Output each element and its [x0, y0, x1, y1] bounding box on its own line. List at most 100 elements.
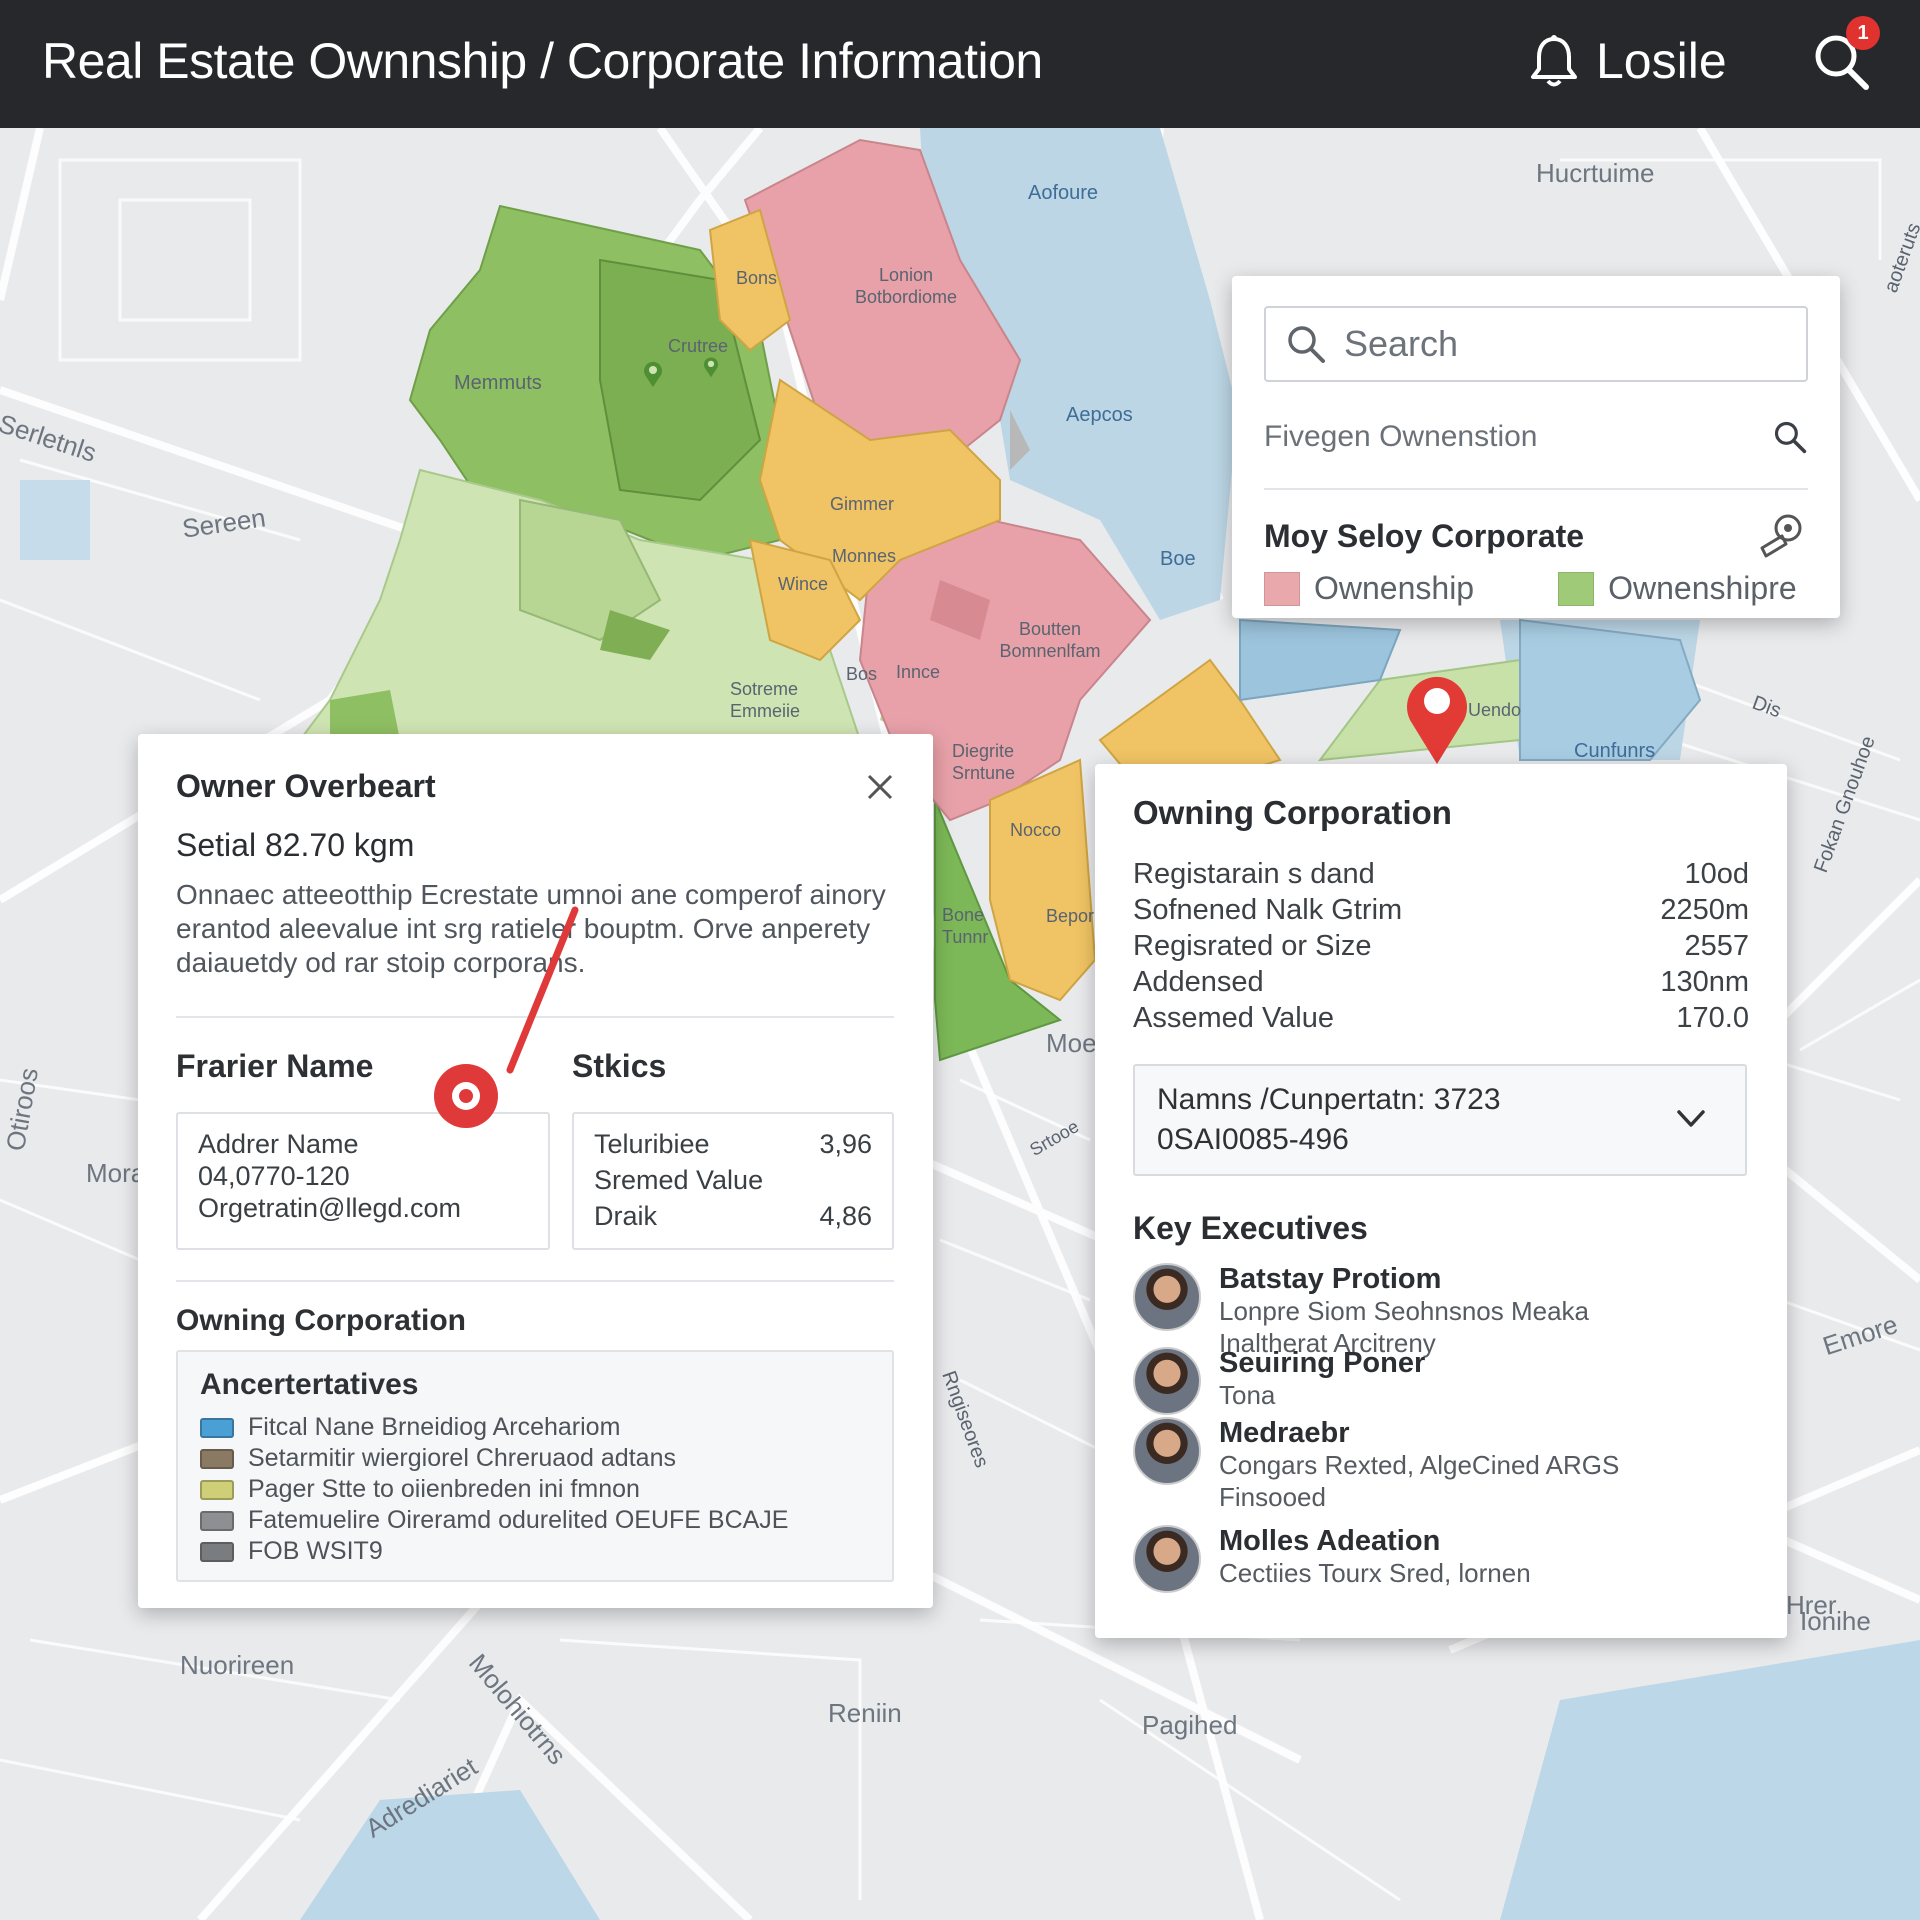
map-label: Innce	[896, 662, 941, 682]
legend-item[interactable]: Ownenship	[1264, 570, 1474, 607]
detail-value: 2557	[1684, 930, 1749, 962]
corporation-number: Namns /Cunpertatn: 3723	[1157, 1083, 1501, 1116]
map-label: Bepor	[1046, 906, 1095, 926]
executive-role: Congars Rexted, AlgeCined ARGS Finsooed	[1219, 1450, 1620, 1512]
executives-list: Batstay Protiom Lonpre Siom Seohnsnos Mea…	[1133, 1263, 1749, 1603]
detail-value: 130nm	[1660, 966, 1749, 998]
alternatives-box: Ancertertatives Fitcal Nane Brneidiog Ar…	[176, 1350, 894, 1582]
detail-label: Addensed	[1133, 966, 1264, 998]
avatar	[1133, 1347, 1201, 1415]
executive-role: Tona	[1219, 1380, 1276, 1410]
search-box[interactable]	[1264, 306, 1808, 382]
stat-value: 4,86	[819, 1201, 872, 1231]
legend-label: Ownenshipre	[1608, 570, 1797, 606]
legend-item[interactable]: Ownenshipre	[1558, 570, 1797, 607]
list-item[interactable]: FOB WSIT9	[200, 1536, 870, 1567]
document-icon	[200, 1448, 234, 1469]
map-label: Uendo	[1468, 700, 1522, 720]
list-item[interactable]: Setarmitir wiergiorel Chreruaod adtans	[200, 1443, 870, 1474]
list-item-label: FOB WSIT9	[248, 1537, 383, 1565]
list-item-label: Pager Stte to oiienbreden ini fmnon	[248, 1475, 640, 1503]
search-input[interactable]	[1344, 323, 1784, 365]
avatar	[1133, 1263, 1201, 1331]
top-bar: Real Estate Ownnship / Corporate Informa…	[0, 0, 1920, 128]
stat-label: Sremed Value	[594, 1165, 764, 1195]
avatar	[1133, 1417, 1201, 1485]
executive-item[interactable]: Medraebr Congars Rexted, AlgeCined ARGS F…	[1133, 1417, 1679, 1513]
username[interactable]: Losile	[1596, 32, 1727, 90]
map-label: Bons	[736, 268, 778, 288]
map-label: Boe	[1160, 548, 1196, 570]
executive-item[interactable]: Batstay Protiom Lonpre Siom Seohnsnos Mea…	[1133, 1263, 1639, 1359]
stat-label: Draik	[594, 1201, 658, 1231]
executive-item[interactable]: Seuiring Poner Tona	[1133, 1347, 1425, 1415]
map-pin-icon[interactable]	[702, 356, 720, 378]
legend-label: Ownenship	[1314, 570, 1475, 606]
filter-label: Fivegen Ownenstion	[1264, 420, 1538, 453]
map-label: Bos	[846, 664, 878, 684]
stat-value: 3,96	[819, 1129, 872, 1159]
search-icon	[1288, 326, 1325, 363]
page-title: Real Estate Ownnship / Corporate Informa…	[42, 33, 1043, 89]
user-menu[interactable]: Losile	[1528, 32, 1727, 90]
list-item[interactable]: Pager Stte to oiienbreden ini fmnon	[200, 1474, 870, 1505]
owning-corporation-panel: Owning Corporation Registarain s dand 10o…	[1095, 764, 1787, 1638]
panel-title: Owning Corporation	[1133, 794, 1452, 831]
owner-overview-panel: Owner Overbeart Setial 82.70 kgm Onnaec …	[138, 734, 933, 1608]
map-label: Ionihe	[1800, 1606, 1871, 1636]
detail-value: 170.0	[1676, 1002, 1749, 1034]
corporation-dropdown[interactable]: Namns /Cunpertatn: 3723 0SAI0085-496	[1133, 1064, 1747, 1176]
detail-label: Regisrated or Size	[1133, 930, 1372, 962]
executive-name: Molles Adeation	[1219, 1525, 1441, 1557]
executive-role: Cectiies Tourx Sred, lornen	[1219, 1558, 1531, 1588]
map-label: Nuorireen	[180, 1650, 295, 1680]
stat-label: Teluribiee	[594, 1129, 710, 1159]
executive-name: Medraebr	[1219, 1417, 1350, 1449]
detail-value: 2250m	[1660, 894, 1749, 926]
executive-name: Seuiring Poner	[1219, 1347, 1426, 1379]
map-label: Boutten Bomnenlfam	[999, 619, 1101, 661]
map-label: Gimmer	[830, 494, 894, 514]
close-icon[interactable]	[863, 770, 897, 804]
map-label: Mora	[86, 1158, 146, 1188]
chevron-down-icon[interactable]	[1675, 1108, 1707, 1130]
map-label: Cunfunrs	[1574, 740, 1656, 762]
map-label: Lonion Botbordiome	[854, 265, 958, 307]
map-label: Bone Tunnr	[942, 905, 989, 947]
panel-title: Owner Overbeart	[176, 768, 436, 804]
avatar	[1133, 1525, 1201, 1593]
owner-email[interactable]: Orgetratin@llegd.com	[198, 1192, 528, 1224]
map-label: Sotreme Emmeiie	[730, 679, 801, 721]
executive-item[interactable]: Molles Adeation Cectiies Tourx Sred, lorn…	[1133, 1525, 1531, 1593]
corporation-id: 0SAI0085-496	[1157, 1123, 1349, 1156]
stats-box: Teluribiee 3,96 Sremed Value Draik 4,86	[572, 1112, 894, 1250]
map-label: Wince	[778, 574, 829, 594]
map-label: Monnes	[832, 546, 897, 566]
detail-label: Registarain s dand	[1133, 858, 1375, 890]
list-item[interactable]: Fitcal Nane Brneidiog Arcehariom	[200, 1412, 870, 1443]
detail-value: 10od	[1684, 858, 1749, 890]
list-item-label: Fatemuelire Oireramd odurelited OEUFE BC…	[248, 1506, 789, 1534]
notification-badge: 1	[1846, 16, 1880, 50]
ownership-filter[interactable]: Fivegen Ownenstion	[1264, 410, 1808, 490]
divider	[176, 1280, 894, 1282]
bell-icon[interactable]	[1528, 33, 1580, 89]
document-icon	[200, 1479, 234, 1500]
corporation-details: Registarain s dand 10od Sofnened Nalk Gtr…	[1133, 858, 1749, 1038]
corporate-title: Moy Seloy Corporate	[1264, 517, 1585, 554]
owner-phone: 04,0770-120	[198, 1161, 350, 1191]
map-label: Crutree	[668, 336, 729, 356]
map-label: Pagihed	[1142, 1710, 1238, 1740]
detail-label: Assemed Value	[1133, 1002, 1334, 1034]
document-icon	[200, 1417, 234, 1438]
location-pin-icon[interactable]	[1402, 668, 1472, 766]
search-panel: Fivegen Ownenstion Moy Seloy Corporate O…	[1232, 276, 1840, 618]
legend-swatch	[1558, 571, 1595, 606]
pin-tool-icon[interactable]	[1756, 510, 1808, 562]
list-item-label: Fitcal Nane Brneidiog Arcehariom	[248, 1413, 621, 1441]
executive-name: Batstay Protiom	[1219, 1263, 1442, 1295]
search-icon[interactable]	[1772, 419, 1808, 455]
list-item[interactable]: Fatemuelire Oireramd odurelited OEUFE BC…	[200, 1505, 870, 1536]
stats-section-title: Stkics	[572, 1048, 667, 1084]
map-pin-icon[interactable]	[642, 360, 664, 388]
